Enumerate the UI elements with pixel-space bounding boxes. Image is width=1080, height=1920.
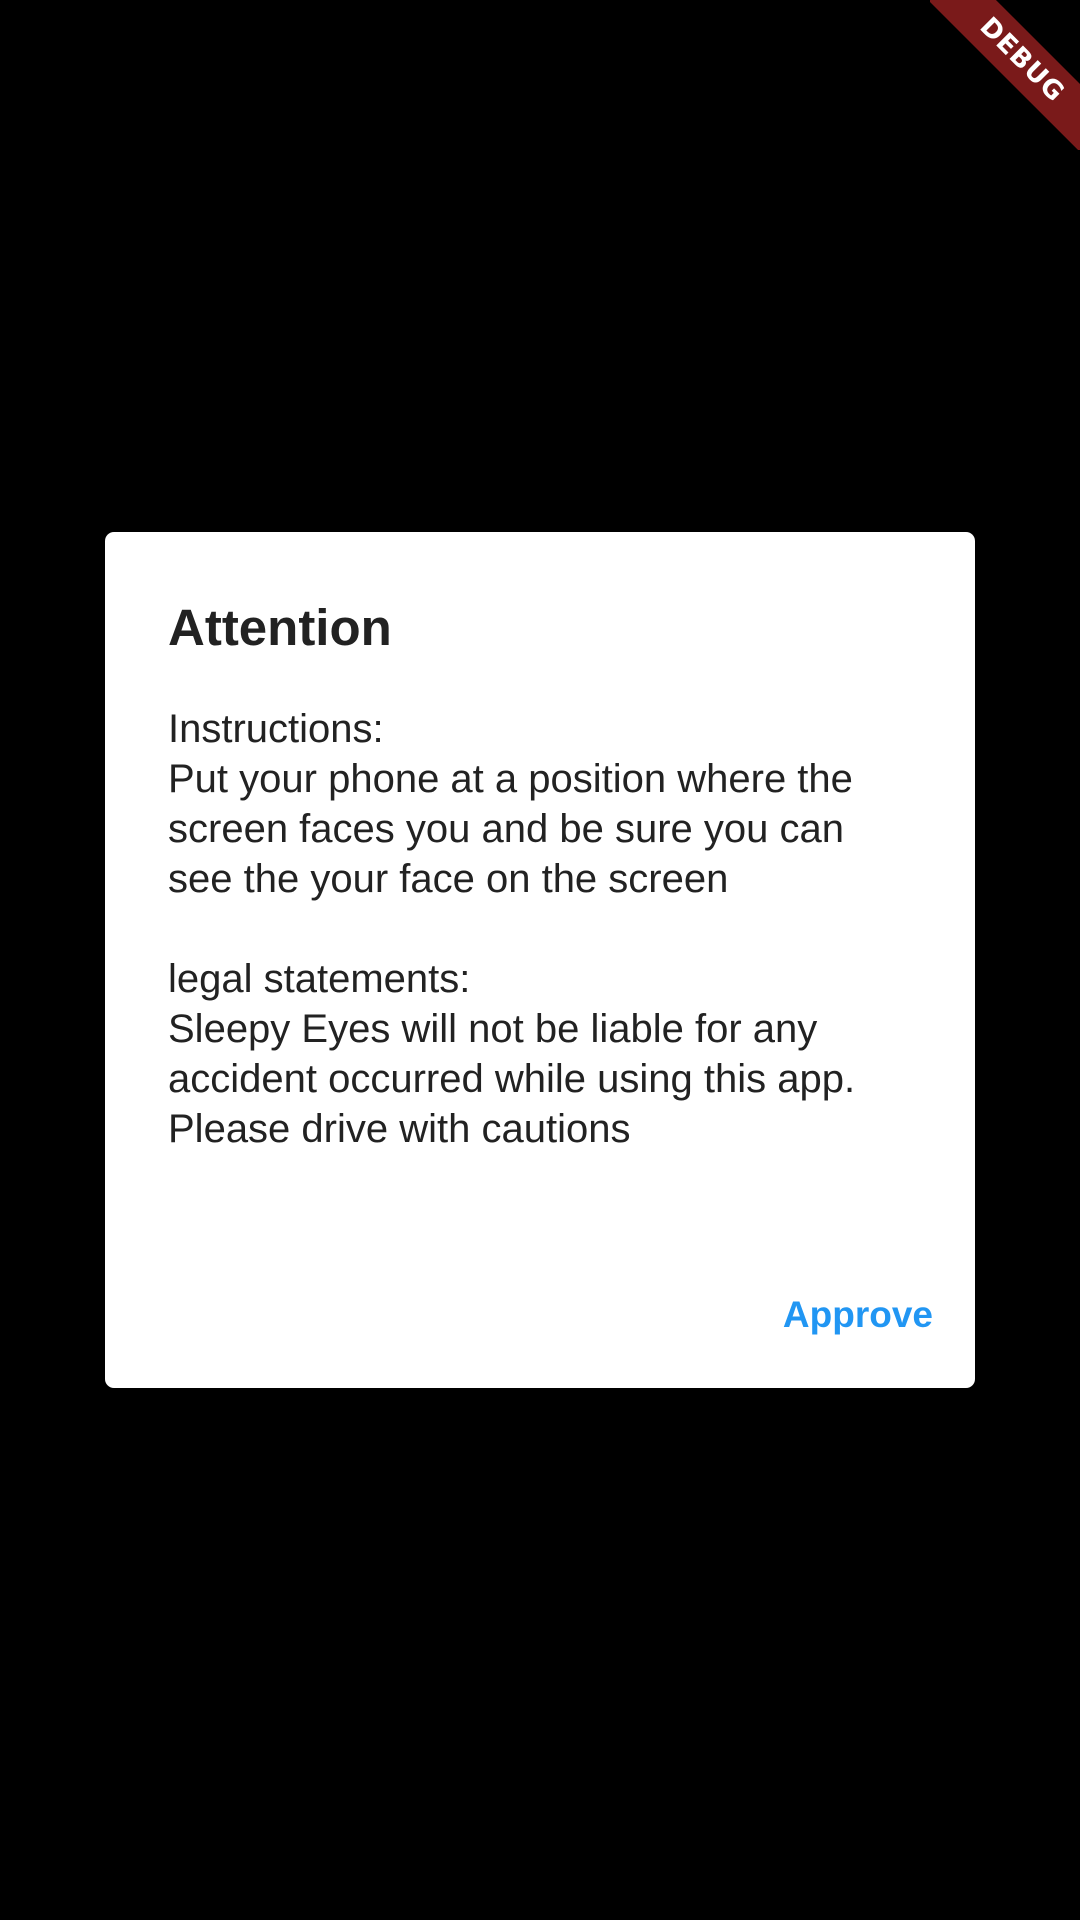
- legal-line: Please drive with cautions: [168, 1107, 631, 1151]
- legal-line: accident occurred while using this app.: [168, 1057, 856, 1101]
- instructions-line: Put your phone at a position where the: [168, 757, 853, 801]
- instructions-heading: Instructions:: [168, 707, 384, 751]
- dialog-actions: Approve: [783, 1294, 933, 1336]
- instructions-line: screen faces you and be sure you can: [168, 807, 844, 851]
- approve-button[interactable]: Approve: [783, 1294, 933, 1336]
- dialog-title: Attention: [168, 599, 392, 656]
- attention-dialog: Attention Instructions: Put your phone a…: [105, 532, 975, 1388]
- debug-ribbon-label: DEBUG: [930, 0, 1080, 150]
- legal-heading: legal statements:: [168, 957, 471, 1001]
- screen: Attention Instructions: Put your phone a…: [0, 0, 1080, 1920]
- dialog-content: Instructions: Put your phone at a positi…: [168, 704, 928, 1154]
- debug-banner: DEBUG: [930, 0, 1080, 150]
- instructions-line: see the your face on the screen: [168, 857, 729, 901]
- legal-line: Sleepy Eyes will not be liable for any: [168, 1007, 818, 1051]
